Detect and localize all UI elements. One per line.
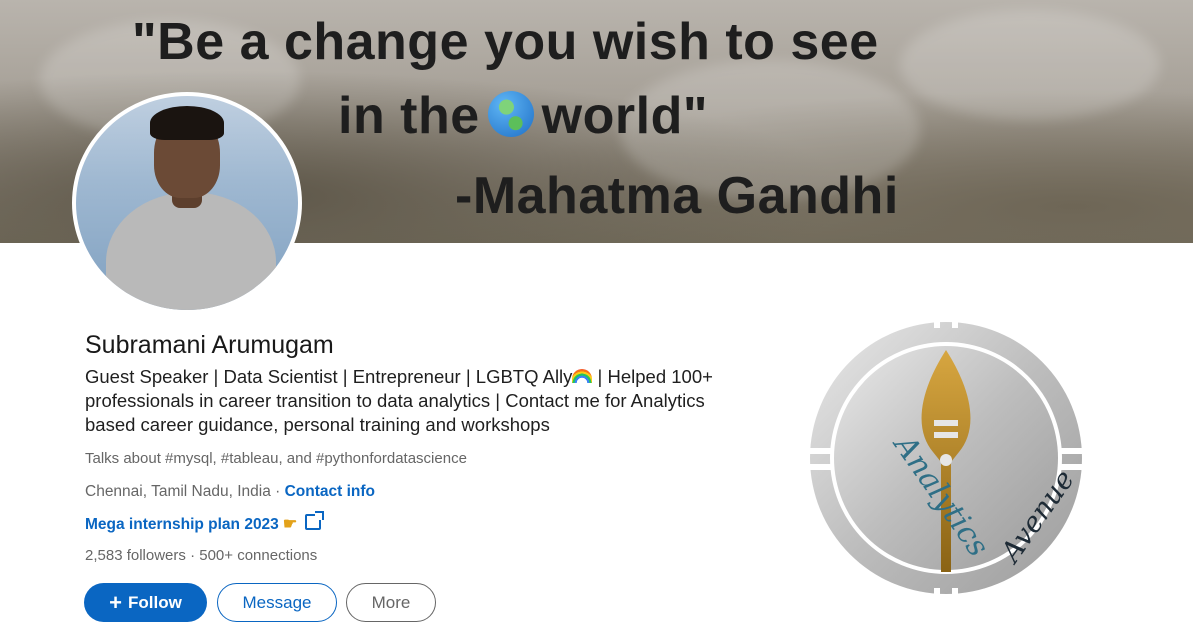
follow-button-label: Follow: [128, 592, 182, 612]
headline-text-start: Guest Speaker | Data Scientist | Entrepr…: [85, 366, 573, 387]
follow-button[interactable]: + Follow: [84, 583, 207, 622]
location-separator: ·: [270, 483, 285, 500]
profile-avatar[interactable]: [72, 92, 302, 314]
banner-quote-author: -Mahatma Gandhi: [455, 167, 899, 225]
plus-icon: +: [109, 589, 123, 615]
stats-separator: ·: [185, 547, 200, 564]
rainbow-icon: [572, 369, 593, 383]
location-text: Chennai, Tamil Nadu, India: [85, 483, 271, 500]
profile-stats: 2,583 followers · 500+ connections: [85, 547, 317, 564]
profile-name: Subramani Arumugam: [85, 331, 334, 359]
banner-quote-line2-start: in the: [338, 87, 480, 145]
contact-info-link[interactable]: Contact info: [285, 483, 375, 500]
connections-count[interactable]: 500+ connections: [199, 547, 317, 564]
company-logo[interactable]: Analytics Avenue: [808, 302, 1084, 614]
featured-link[interactable]: Mega internship plan 2023 ☛: [85, 511, 325, 534]
avatar-hair: [150, 106, 224, 140]
banner-quote-line1: "Be a change you wish to see: [132, 13, 879, 71]
profile-location-row: Chennai, Tamil Nadu, India · Contact inf…: [85, 483, 375, 501]
banner-quote-line2: in the world": [338, 86, 708, 146]
profile-headline: Guest Speaker | Data Scientist | Entrepr…: [85, 365, 715, 437]
banner-quote-line2-end: world": [541, 87, 708, 145]
avatar-hoodie: [106, 192, 276, 310]
earth-americas-icon: [487, 91, 534, 137]
talks-about: Talks about #mysql, #tableau, and #pytho…: [85, 450, 467, 467]
pointing-hand-icon: ☛: [282, 516, 298, 533]
featured-link-text[interactable]: Mega internship plan 2023: [85, 516, 279, 533]
more-button[interactable]: More: [346, 583, 436, 622]
followers-count[interactable]: 2,583 followers: [85, 547, 186, 564]
message-button[interactable]: Message: [217, 583, 337, 622]
external-link-icon[interactable]: [305, 511, 325, 530]
